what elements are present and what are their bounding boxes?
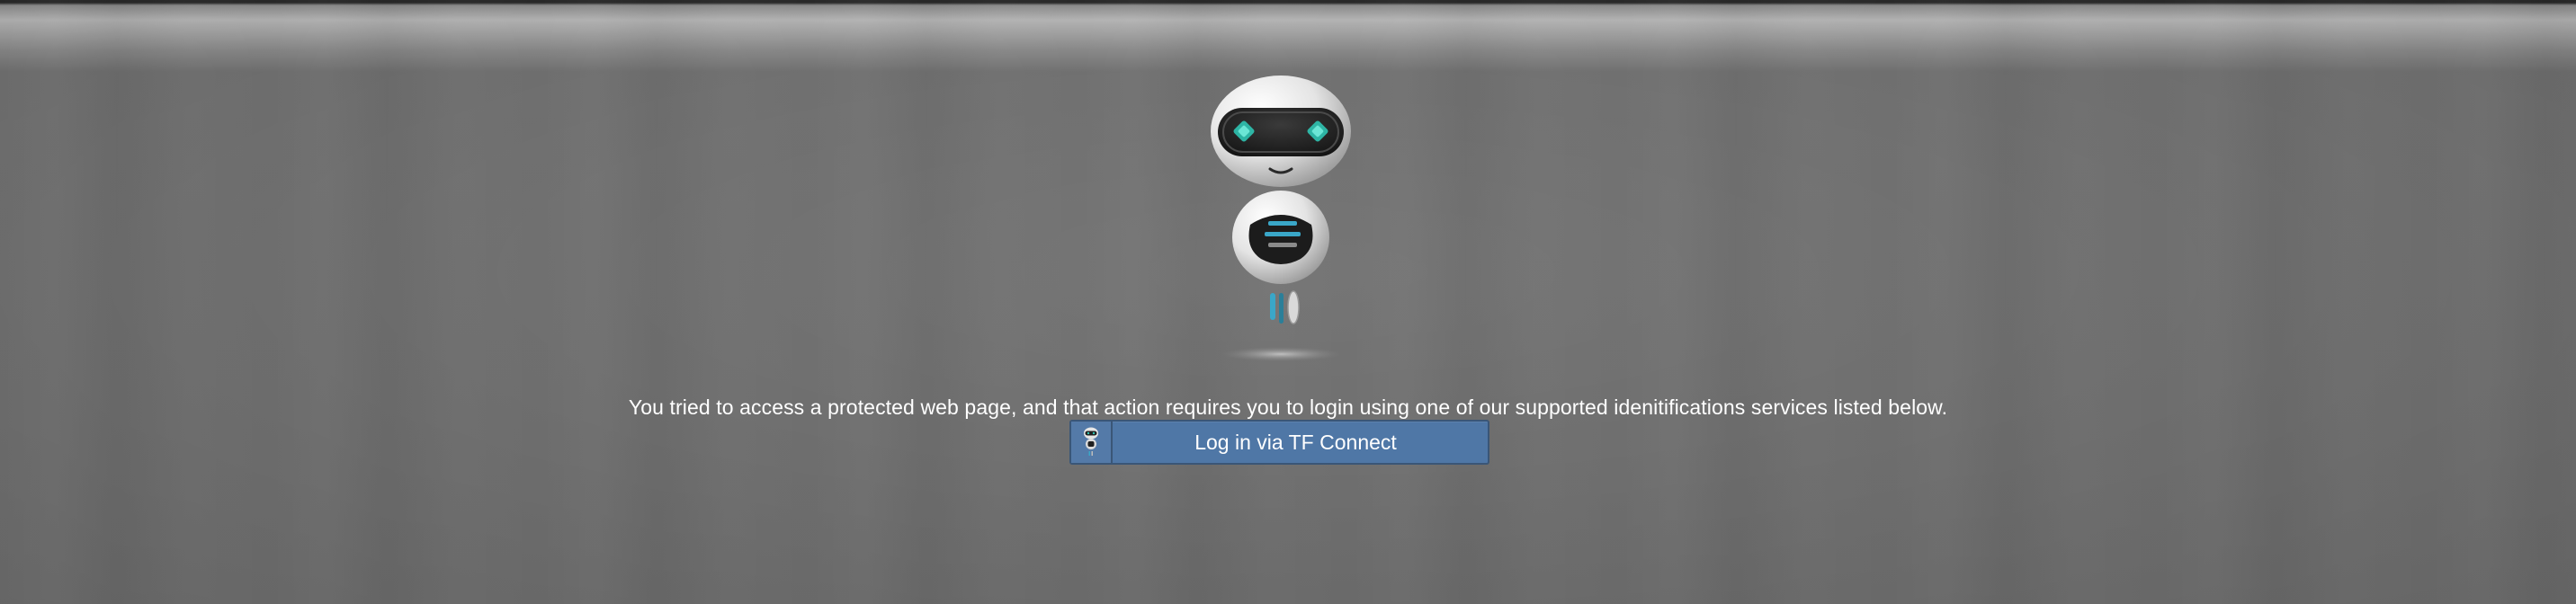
robot-thrusters [1270, 290, 1300, 324]
robot-icon [1071, 422, 1113, 463]
robot-head [1211, 76, 1351, 187]
access-message: You tried to access a protected web page… [628, 395, 1948, 419]
tf-connect-login-button[interactable]: Log in via TF Connect [1069, 420, 1489, 465]
robot-body [1232, 191, 1329, 284]
login-button-label: Log in via TF Connect [1194, 430, 1397, 454]
robot-mascot-icon [1211, 76, 1351, 361]
